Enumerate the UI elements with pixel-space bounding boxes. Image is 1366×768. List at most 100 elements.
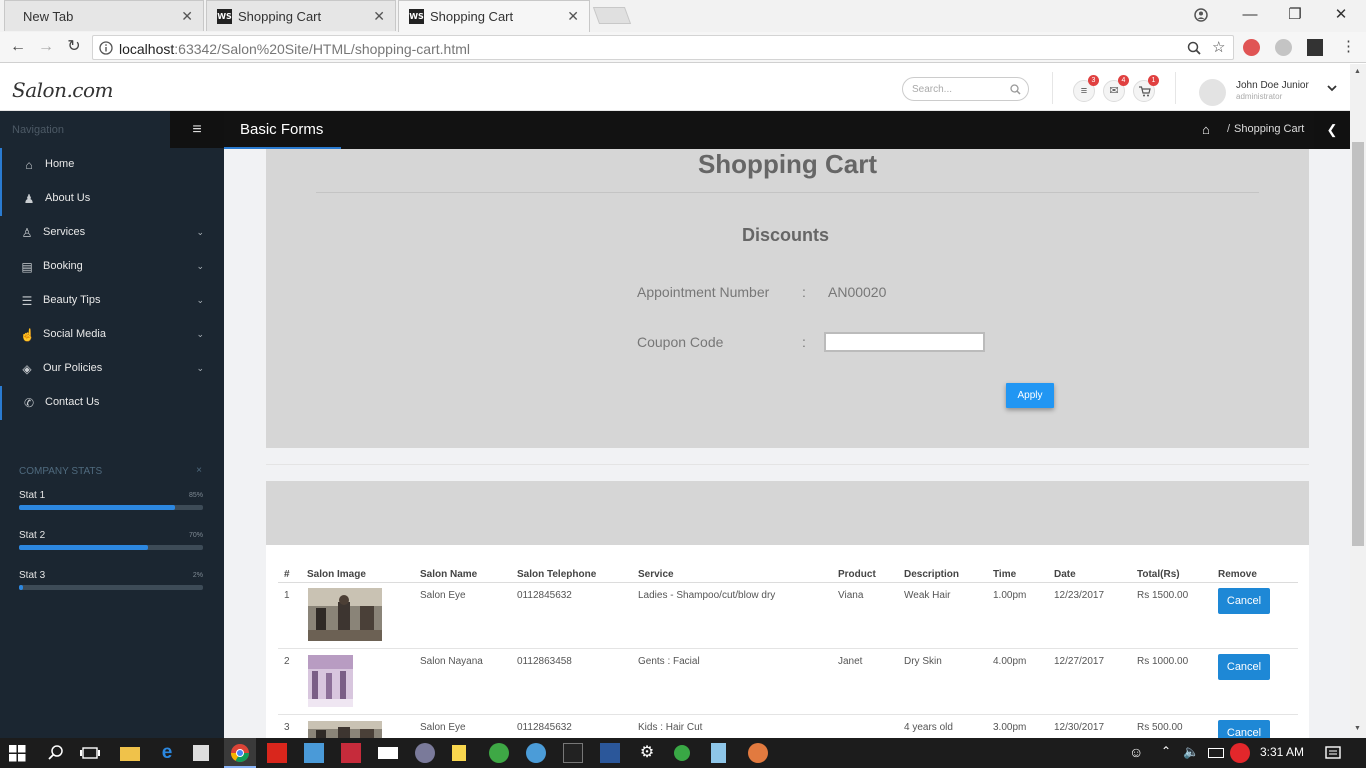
sidebar-item-our-policies[interactable]: ◈ Our Policies ⌄ [0,352,224,386]
restore-icon[interactable]: ❐ [1283,4,1307,26]
cloud-icon[interactable] [526,743,546,763]
phone-icon: ✆ [23,396,35,410]
sidebar-item-label: Social Media [43,328,106,340]
chrome-icon[interactable] [230,743,250,763]
hand-icon: ☝ [20,328,35,342]
menu-notifications-icon[interactable]: ≡ 3 [1073,75,1099,102]
matlab-icon[interactable] [341,743,361,763]
beats-audio-icon[interactable] [1230,743,1250,763]
stat-percent: 85% [188,492,203,499]
people-icon[interactable]: ☺ [1129,744,1143,760]
apply-button[interactable]: Apply [1006,383,1054,408]
browser-tab-active[interactable]: WS Shopping Cart ✕ [398,0,590,32]
column-header: Remove [1218,569,1257,580]
pdf-icon[interactable] [267,743,287,763]
page-title-bar: Basic Forms ⌂ / Shopping Cart ❮ [224,111,1350,150]
scroll-up-arrow-icon[interactable]: ▲ [1354,68,1361,75]
chevron-down-icon: ⌄ [196,363,204,373]
cell-product: Janet [838,656,863,667]
notepad-icon[interactable] [711,743,726,763]
cell-time: 1.00pm [993,590,1027,601]
site-logo[interactable]: Salon.com [12,78,114,102]
cancel-button[interactable]: Cancel [1218,588,1270,614]
sidebar-item-booking[interactable]: ▤ Booking ⌄ [0,250,224,284]
taskbar-clock[interactable]: 3:31 AM [1260,745,1304,759]
close-window-icon[interactable]: ✕ [1329,4,1353,26]
webstorm-icon[interactable] [563,743,583,763]
cell-time: 3.00pm [993,722,1027,733]
cell-date: 12/27/2017 [1054,656,1105,667]
cancel-button[interactable]: Cancel [1218,720,1270,738]
chevron-down-icon[interactable] [1327,85,1337,92]
extension-icon[interactable] [1275,39,1292,56]
browser-tab[interactable]: WS Shopping Cart ✕ [206,0,396,31]
chevron-left-icon[interactable]: ❮ [1314,111,1350,149]
cell-description: Weak Hair [904,590,951,601]
battery-icon[interactable] [1208,748,1224,758]
sidebar-item-label: Services [43,226,86,238]
browser-tab[interactable]: New Tab ✕ [4,0,204,31]
chevron-down-icon: ⌄ [196,329,204,339]
chevron-up-icon[interactable]: ⌃ [1161,744,1171,758]
sidebar-item-social-media[interactable]: ☝ Social Media ⌄ [0,318,224,352]
cancel-button[interactable]: Cancel [1218,654,1270,680]
extension-icon[interactable] [1307,39,1323,56]
back-icon[interactable]: ← [8,37,28,57]
search-icon[interactable] [46,743,66,763]
bookmark-star-icon[interactable]: ☆ [1212,38,1225,56]
user-name[interactable]: John Doe Junior [1236,80,1309,91]
extension-icon[interactable] [1243,39,1260,56]
paint-icon[interactable] [748,743,768,763]
address-bar[interactable]: localhost:63342/Salon%20Site/HTML/shoppi… [92,35,1234,60]
avatar[interactable] [1199,79,1226,106]
action-center-icon[interactable] [1325,745,1341,761]
sidebar-item-home[interactable]: ⌂ Home [0,148,224,182]
windows-start-icon[interactable] [9,745,29,765]
file-explorer-icon[interactable] [120,747,140,761]
zoom-icon[interactable] [1187,41,1201,55]
word-icon[interactable] [600,743,620,763]
cart-icon[interactable]: 1 [1133,75,1159,102]
search-input[interactable]: Search... [902,77,1029,101]
scrollbar-thumb[interactable] [1352,142,1364,546]
close-icon[interactable]: ✕ [567,8,579,25]
reload-icon[interactable]: ↻ [64,37,84,57]
sidebar-item-services[interactable]: ♙ Services ⌄ [0,216,224,250]
search-icon[interactable] [1010,84,1021,95]
close-icon[interactable]: × [196,465,202,476]
cell-total: Rs 1000.00 [1137,656,1189,667]
new-tab-button[interactable] [592,7,632,24]
forward-icon[interactable]: → [36,37,56,57]
menu-dots-icon[interactable]: ⋮ [1341,37,1356,55]
app-icon[interactable] [415,743,435,763]
discount-panel: Shopping Cart Discounts Appointment Numb… [266,149,1309,448]
mail-icon[interactable] [378,747,398,759]
profile-icon[interactable] [1189,4,1213,26]
sidebar-toggle-hamburger-icon[interactable]: ≡ [170,111,224,148]
photos-icon[interactable] [304,743,324,763]
page-scrollbar[interactable]: ▲ ▼ [1350,64,1366,738]
close-icon[interactable]: ✕ [373,8,385,25]
sticky-notes-icon[interactable] [452,745,466,761]
sidebar-item-about-us[interactable]: ♟ About Us [0,182,224,216]
volume-icon[interactable]: 🔈 [1183,744,1199,760]
coupon-code-input[interactable] [824,332,985,352]
divider [1175,72,1176,104]
mail-icon[interactable]: ✉ 4 [1103,75,1129,102]
settings-gear-icon[interactable]: ⚙ [637,743,657,763]
utorrent-icon[interactable] [489,743,509,763]
sidebar-item-contact-us[interactable]: ✆ Contact Us [0,386,224,420]
colon: : [802,284,806,300]
breadcrumb-home-icon[interactable]: ⌂ [1202,122,1210,137]
info-icon[interactable] [99,41,113,55]
sidebar-item-beauty-tips[interactable]: ☰ Beauty Tips ⌄ [0,284,224,318]
close-icon[interactable]: ✕ [181,8,193,25]
task-view-icon[interactable] [80,743,100,763]
store-icon[interactable] [193,745,209,761]
scroll-down-arrow-icon[interactable]: ▼ [1354,725,1361,732]
tab-title: Shopping Cart [238,9,322,24]
cart-heading: Shopping Cart [697,149,878,179]
edge-icon[interactable]: e [157,743,177,763]
app-icon[interactable] [674,745,690,761]
minimize-icon[interactable]: — [1238,4,1262,26]
